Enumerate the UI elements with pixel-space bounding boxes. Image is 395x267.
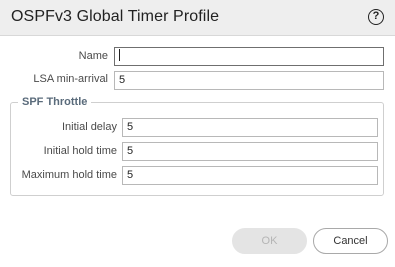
ok-button[interactable]: OK [232,228,307,254]
lsa-min-arrival-field[interactable]: 5 [114,71,384,90]
initial-delay-label: Initial delay [61,121,117,133]
lsa-min-arrival-value: 5 [119,74,126,86]
maximum-hold-time-field[interactable]: 5 [122,166,378,185]
dialog-title: OSPFv3 Global Timer Profile [11,8,220,25]
name-label: Name [78,50,108,62]
maximum-hold-time-value: 5 [127,169,134,181]
initial-delay-value: 5 [127,121,134,133]
name-field[interactable] [114,47,384,66]
text-caret [119,49,120,61]
dialog-titlebar: OSPFv3 Global Timer Profile ? [0,0,395,36]
initial-delay-field[interactable]: 5 [122,118,378,137]
help-icon[interactable]: ? [368,9,384,25]
initial-hold-time-label: Initial hold time [43,145,117,157]
lsa-min-arrival-label: LSA min-arrival [33,73,108,85]
initial-hold-time-value: 5 [127,145,134,157]
cancel-button[interactable]: Cancel [313,228,388,254]
initial-hold-time-field[interactable]: 5 [122,142,378,161]
maximum-hold-time-label: Maximum hold time [21,169,117,181]
spf-throttle-legend: SPF Throttle [18,96,92,108]
